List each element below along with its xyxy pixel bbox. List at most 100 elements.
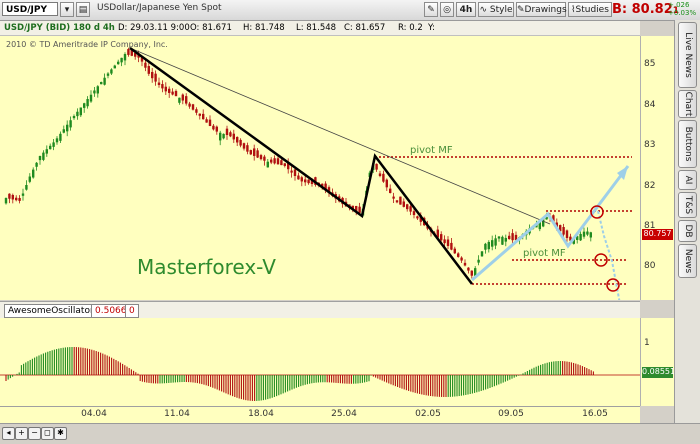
- candle-body: [93, 90, 96, 94]
- tab-label: T&S: [682, 195, 693, 215]
- candle-body: [382, 173, 385, 182]
- candle-body: [113, 65, 116, 69]
- bar-close: C: 81.657: [344, 23, 386, 33]
- candle-body: [239, 139, 242, 146]
- candle-body: [144, 62, 147, 68]
- candle-body: [191, 104, 195, 110]
- zoom-tool-button[interactable]: ◎: [440, 2, 454, 17]
- candle-body: [477, 259, 480, 263]
- candle-body: [276, 158, 280, 165]
- zoom-in-button[interactable]: +: [15, 427, 28, 440]
- crosshair-icon: ✎: [427, 5, 435, 15]
- studies-button[interactable]: ⌇Studies: [568, 2, 612, 17]
- price-tick: 84: [644, 100, 656, 110]
- style-icon: ∿: [479, 5, 488, 15]
- reset-zoom-button[interactable]: ◻: [41, 427, 54, 440]
- candle-body: [480, 251, 484, 257]
- zoom-out-button[interactable]: −: [28, 427, 41, 440]
- candle-body: [38, 156, 42, 161]
- tab-news[interactable]: News: [678, 244, 697, 278]
- candle-body: [392, 196, 395, 199]
- candle-body: [501, 236, 504, 245]
- candle-body: [242, 143, 246, 149]
- candle-body: [440, 234, 443, 241]
- candle-body: [59, 133, 62, 141]
- candle-body: [246, 145, 249, 152]
- drawings-button[interactable]: ✎Drawings: [516, 2, 567, 17]
- candle-body: [385, 179, 388, 188]
- candle-body: [562, 227, 565, 235]
- candle-body: [389, 188, 392, 193]
- oscillator-scale[interactable]: 1 0.08551: [640, 318, 676, 406]
- symbol-selector[interactable]: USD/JPY: [2, 2, 58, 16]
- zoom-icon: ◎: [443, 5, 451, 15]
- link-button[interactable]: ▤: [76, 2, 90, 17]
- tab-ai[interactable]: AI: [678, 170, 697, 190]
- candle-body: [195, 109, 198, 113]
- tab-live-news[interactable]: Live News: [678, 22, 697, 88]
- oscillator-tick: 1: [644, 338, 650, 348]
- oscillator-value-tag: 0.08551: [642, 367, 676, 378]
- date-axis[interactable]: 04.04 11.04 18.04 25.04 02.05 09.05 16.0…: [0, 406, 640, 423]
- candle-body: [123, 54, 127, 61]
- bar-open: O: 81.671: [190, 23, 232, 33]
- symbol-description: USDollar/Japanese Yen Spot: [97, 3, 222, 13]
- style-button[interactable]: ∿ Style: [478, 2, 514, 17]
- tab-time-and-sales[interactable]: T&S: [678, 192, 697, 218]
- tab-db[interactable]: DB: [678, 220, 697, 242]
- candle-body: [55, 138, 59, 143]
- candle-body: [171, 91, 174, 95]
- date-tick: 11.04: [164, 409, 190, 419]
- top-toolbar: USD/JPY ▾ ▤ USDollar/Japanese Yen Spot ✎…: [0, 0, 700, 21]
- price-scale[interactable]: 85 84 83 82 81 80 80.757: [640, 36, 674, 300]
- bar-y: Y:: [428, 23, 435, 33]
- candle-body: [304, 179, 307, 183]
- oscillator-area[interactable]: [0, 318, 640, 406]
- zoom-in-icon: +: [18, 428, 25, 437]
- candle-body: [174, 90, 178, 97]
- pivot-label-lower: pivot MF: [523, 248, 566, 259]
- tab-chart[interactable]: Chart: [678, 90, 697, 118]
- link-icon: ▤: [78, 5, 88, 15]
- projection-arrow-up[interactable]: [471, 165, 630, 282]
- candle-body: [76, 111, 79, 117]
- candle-body: [273, 158, 276, 164]
- oscillator-name[interactable]: AwesomeOscillator: [4, 304, 98, 318]
- tab-label: Chart: [682, 91, 693, 117]
- candle-body: [497, 236, 501, 239]
- candle-body: [378, 173, 382, 176]
- candle-body: [491, 240, 494, 247]
- candle-body: [25, 185, 28, 190]
- reset-icon: ◻: [44, 428, 51, 437]
- tab-label: News: [682, 248, 693, 274]
- candle-body: [89, 94, 93, 102]
- candle-body: [106, 73, 110, 76]
- date-tick: 09.05: [498, 409, 524, 419]
- candle-body: [35, 162, 38, 167]
- candle-body: [205, 119, 208, 123]
- symbol-dropdown-button[interactable]: ▾: [60, 2, 74, 17]
- tab-buttons[interactable]: Buttons: [678, 120, 697, 168]
- oscillator-histogram: [5, 347, 594, 401]
- candle-body: [283, 163, 286, 166]
- candle-body: [229, 132, 232, 137]
- price-chart-area[interactable]: pivot MF pivot MF 2010 © TD Ameritrade I…: [0, 36, 640, 300]
- candle-body: [188, 103, 191, 107]
- chevron-down-icon: ▾: [64, 5, 70, 15]
- candle-body: [49, 145, 52, 150]
- scroll-left-button[interactable]: ◂: [2, 427, 15, 440]
- timeframe-button[interactable]: 4h: [456, 2, 476, 17]
- candle-body: [8, 193, 11, 199]
- candle-body: [66, 124, 69, 132]
- settings-button[interactable]: ✱: [54, 427, 67, 440]
- bar-high: H: 81.748: [243, 23, 285, 33]
- candle-body: [157, 82, 161, 85]
- style-label: Style: [489, 5, 513, 15]
- projection-arrow-down[interactable]: [597, 210, 621, 300]
- candle-body: [487, 241, 490, 250]
- wave-pattern-line[interactable]: [129, 46, 473, 285]
- bar-low: L: 81.548: [296, 23, 337, 33]
- date-tick: 18.04: [248, 409, 274, 419]
- candle-body: [446, 239, 450, 246]
- crosshair-tool-button[interactable]: ✎: [424, 2, 438, 17]
